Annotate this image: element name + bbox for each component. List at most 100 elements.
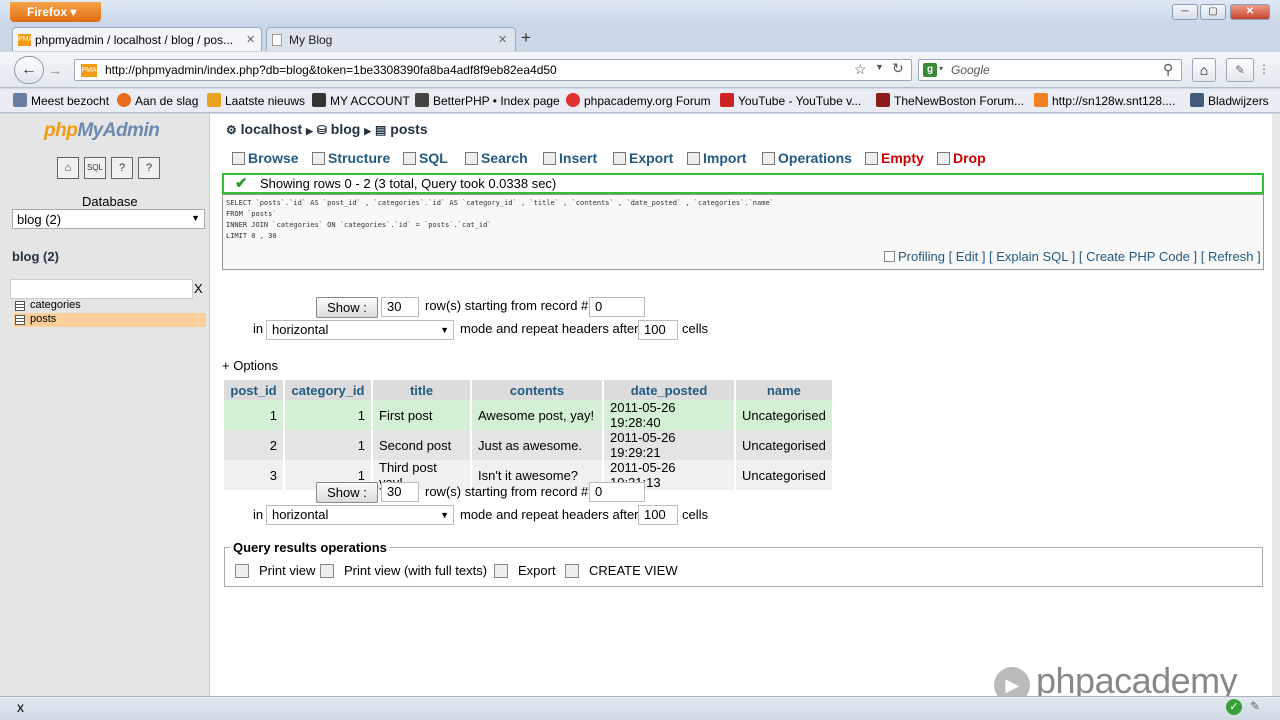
tab-my-blog[interactable]: My Blog ✕ (266, 27, 516, 51)
column-header-contents[interactable]: contents (471, 380, 604, 400)
google-engine-icon[interactable]: g (923, 63, 937, 77)
breadcrumb-db[interactable]: blog (331, 121, 361, 137)
print-view-link[interactable]: Print view (235, 563, 315, 578)
bookmark-laatste-nieuws[interactable]: Laatste nieuws (207, 93, 305, 108)
breadcrumb-server[interactable]: localhost (241, 121, 302, 137)
success-message: ✔ Showing rows 0 - 2 (3 total, Query took… (222, 173, 1264, 194)
tab-insert[interactable]: Insert (543, 150, 597, 168)
operations-legend: Query results operations (230, 540, 390, 555)
back-button[interactable]: ← (14, 56, 44, 84)
table-row[interactable]: 2 1 Second post Just as awesome. 2011-05… (224, 430, 834, 460)
repeat-headers-input[interactable]: 100 (638, 505, 678, 525)
youtube-icon (720, 93, 734, 107)
sql-actions[interactable]: Profiling [ Edit ] [ Explain SQL ] [ Cre… (884, 249, 1261, 264)
rss-icon (207, 93, 221, 107)
tab-empty[interactable]: Empty (865, 150, 924, 168)
table-row[interactable]: 1 1 First post Awesome post, yay! 2011-0… (224, 400, 834, 430)
tab-close-icon[interactable]: ✕ (246, 33, 255, 46)
sql-docs-icon[interactable]: ? (138, 157, 160, 179)
tab-operations[interactable]: Operations (762, 150, 852, 168)
reload-icon[interactable]: ↻ (892, 60, 904, 77)
show-button[interactable]: Show : (316, 297, 378, 318)
tab-sql[interactable]: SQL (403, 150, 448, 168)
search-icon[interactable]: ⚲ (1163, 61, 1173, 78)
tab-close-icon[interactable]: ✕ (498, 33, 507, 46)
tab-browse[interactable]: Browse (232, 150, 299, 168)
cell-post-id: 3 (224, 460, 285, 490)
options-toggle[interactable]: + Options (222, 358, 278, 373)
bookmark-thenewboston[interactable]: TheNewBoston Forum... (876, 93, 1024, 108)
start-record-input[interactable]: 0 (589, 297, 645, 317)
query-window-icon[interactable]: SQL (84, 157, 106, 179)
maximize-button[interactable]: ▢ (1200, 4, 1226, 20)
cell-title: First post (372, 400, 472, 430)
cell-contents: Awesome post, yay! (471, 400, 604, 430)
addon-icon[interactable]: ✎ (1226, 58, 1254, 82)
cell-contents: Just as awesome. (471, 430, 604, 460)
vertical-scrollbar[interactable] (1272, 114, 1280, 696)
phpmyadmin-logo[interactable]: phpMyAdmin (44, 120, 160, 142)
addon-status-icon[interactable]: ✎ (1250, 699, 1260, 713)
tab-export[interactable]: Export (613, 150, 673, 168)
sidebar-item-posts[interactable]: posts (14, 313, 206, 327)
documentation-icon[interactable]: ? (111, 157, 133, 179)
url-bar[interactable]: PMA http://phpmyadmin/index.php?db=blog&… (74, 59, 912, 81)
breadcrumb: ⚙ localhost ▶ ⛁ blog ▶ ▤ posts (226, 121, 428, 137)
column-header-date-posted[interactable]: date_posted (603, 380, 736, 400)
tab-structure[interactable]: Structure (312, 150, 390, 168)
bookmark-youtube[interactable]: YouTube - YouTube v... (720, 93, 861, 108)
tab-search[interactable]: Search (465, 150, 528, 168)
start-record-input[interactable]: 0 (589, 482, 645, 502)
rows-count-input[interactable]: 30 (381, 482, 419, 502)
bookmarks-star-icon (1190, 93, 1204, 107)
filter-clear-button[interactable]: X (194, 281, 203, 296)
scroll-menu-icon[interactable]: ⋮ (1258, 62, 1270, 76)
column-header-post-id[interactable]: post_id (224, 380, 285, 400)
bookmark-sn128w[interactable]: http://sn128w.snt128.... (1034, 93, 1175, 108)
bookmark-aan-de-slag[interactable]: Aan de slag (117, 93, 198, 108)
bookmark-phpacademy-forum[interactable]: phpacademy.org Forum (566, 93, 711, 108)
tab-import[interactable]: Import (687, 150, 747, 168)
rows-count-input[interactable]: 30 (381, 297, 419, 317)
tab-drop[interactable]: Drop (937, 150, 986, 168)
site-identity-icon[interactable]: PMA (81, 64, 97, 77)
database-select[interactable]: blog (2) ▼ (12, 209, 205, 229)
show-button[interactable]: Show : (316, 482, 378, 503)
export-icon (494, 564, 508, 578)
export-link[interactable]: Export (494, 563, 556, 578)
column-header-name[interactable]: name (735, 380, 834, 400)
phpacademy-icon (566, 93, 580, 107)
bookmark-star-icon[interactable]: ☆ (854, 61, 867, 78)
tab-phpmyadmin[interactable]: PMA phpmyadmin / localhost / blog / pos.… (12, 27, 262, 51)
home-icon[interactable]: ⌂ (1192, 58, 1216, 82)
print-view-full-link[interactable]: Print view (with full texts) (320, 563, 487, 578)
home-icon[interactable]: ⌂ (57, 157, 79, 179)
cell-post-id: 2 (224, 430, 285, 460)
url-dropdown-icon[interactable]: ▼ (875, 62, 884, 72)
column-header-category-id[interactable]: category_id (284, 380, 373, 400)
repeat-headers-input[interactable]: 100 (638, 320, 678, 340)
empty-icon (865, 152, 878, 165)
database-title[interactable]: blog (2) (12, 249, 59, 264)
column-header-title[interactable]: title (372, 380, 472, 400)
close-addon-bar-button[interactable]: x (17, 699, 24, 715)
bookmark-meest-bezocht[interactable]: Meest bezocht (13, 93, 109, 108)
window-close-button[interactable]: ✕ (1230, 4, 1270, 20)
firefox-menu-button[interactable]: Firefox ▾ (10, 2, 101, 22)
bookmark-my-account[interactable]: MY ACCOUNT (312, 93, 410, 108)
profiling-checkbox[interactable] (884, 251, 895, 262)
bookmarks-menu[interactable]: Bladwijzers (1190, 93, 1269, 108)
sidebar-item-categories[interactable]: categories (14, 299, 206, 313)
create-view-link[interactable]: CREATE VIEW (565, 563, 678, 578)
pma-favicon-icon: PMA (18, 34, 33, 46)
search-input[interactable]: g ▾ Google ⚲ (918, 59, 1182, 81)
breadcrumb-table[interactable]: posts (390, 121, 427, 137)
display-mode-select[interactable]: horizontal ▼ (266, 505, 454, 525)
table-filter-input[interactable] (10, 279, 193, 299)
new-tab-button[interactable]: + (512, 28, 540, 50)
minimize-button[interactable]: ─ (1172, 4, 1198, 20)
forward-button[interactable]: → (44, 60, 66, 80)
display-mode-select[interactable]: horizontal ▼ (266, 320, 454, 340)
engine-dropdown-icon[interactable]: ▾ (939, 64, 943, 73)
bookmark-betterphp[interactable]: BetterPHP • Index page (415, 93, 560, 108)
